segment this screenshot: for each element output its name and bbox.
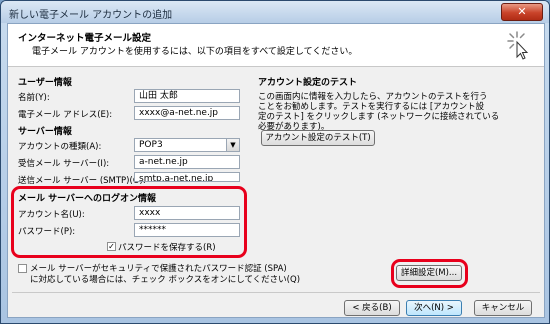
test-heading: アカウント設定のテスト bbox=[258, 78, 358, 88]
account-type-label: アカウントの種類(A): bbox=[18, 142, 102, 152]
account-type-value: POP3 bbox=[139, 140, 163, 150]
outgoing-server-field[interactable]: smtp.a-net.ne.jp bbox=[134, 172, 240, 182]
close-icon: ✕ bbox=[517, 5, 527, 18]
window-title: 新しい電子メール アカウントの追加 bbox=[9, 10, 173, 21]
close-button[interactable]: ✕ bbox=[501, 3, 543, 21]
advanced-highlight-box bbox=[391, 259, 468, 288]
name-field[interactable]: 山田 太郎 bbox=[134, 89, 240, 103]
email-field[interactable]: xxxx@a-net.ne.jp bbox=[134, 106, 240, 120]
dialog-body: インターネット電子メール設定 電子メール アカウントを使用するには、以下の項目を… bbox=[7, 23, 545, 318]
cursor-click-icon bbox=[507, 31, 529, 60]
cancel-button[interactable]: キャンセル bbox=[474, 300, 532, 316]
spa-checkbox[interactable] bbox=[18, 264, 27, 273]
incoming-server-label: 受信メール サーバー(I): bbox=[18, 159, 110, 169]
chevron-down-icon[interactable]: ▼ bbox=[226, 139, 239, 151]
add-account-dialog: 新しい電子メール アカウントの追加 ✕ インターネット電子メール設定 電子メール… bbox=[0, 0, 550, 324]
next-button[interactable]: 次へ(N) > bbox=[406, 300, 462, 316]
name-label: 名前(Y): bbox=[18, 93, 50, 103]
account-type-select[interactable]: POP3 ▼ bbox=[134, 138, 240, 152]
user-info-heading: ユーザー情報 bbox=[18, 78, 72, 88]
spa-label-line2: に対応している場合には、チェック ボックスをオンにしてください(Q) bbox=[30, 275, 301, 285]
title-bar[interactable]: 新しい電子メール アカウントの追加 ✕ bbox=[1, 1, 549, 23]
page-subtitle: 電子メール アカウントを使用するには、以下の項目をすべて設定してください。 bbox=[32, 47, 358, 57]
server-info-heading: サーバー情報 bbox=[18, 127, 72, 137]
test-account-button[interactable]: アカウント設定のテスト(T) bbox=[261, 130, 375, 146]
page-title: インターネット電子メール設定 bbox=[18, 33, 152, 44]
logon-highlight-box bbox=[11, 186, 247, 258]
incoming-server-field[interactable]: a-net.ne.jp bbox=[134, 155, 240, 169]
outgoing-server-label: 送信メール サーバー (SMTP)(O): bbox=[18, 176, 146, 186]
header-band: インターネット電子メール設定 電子メール アカウントを使用するには、以下の項目を… bbox=[8, 24, 544, 67]
email-label: 電子メール アドレス(E): bbox=[18, 110, 113, 120]
back-button[interactable]: < 戻る(B) bbox=[344, 300, 400, 316]
footer-divider bbox=[12, 292, 540, 293]
